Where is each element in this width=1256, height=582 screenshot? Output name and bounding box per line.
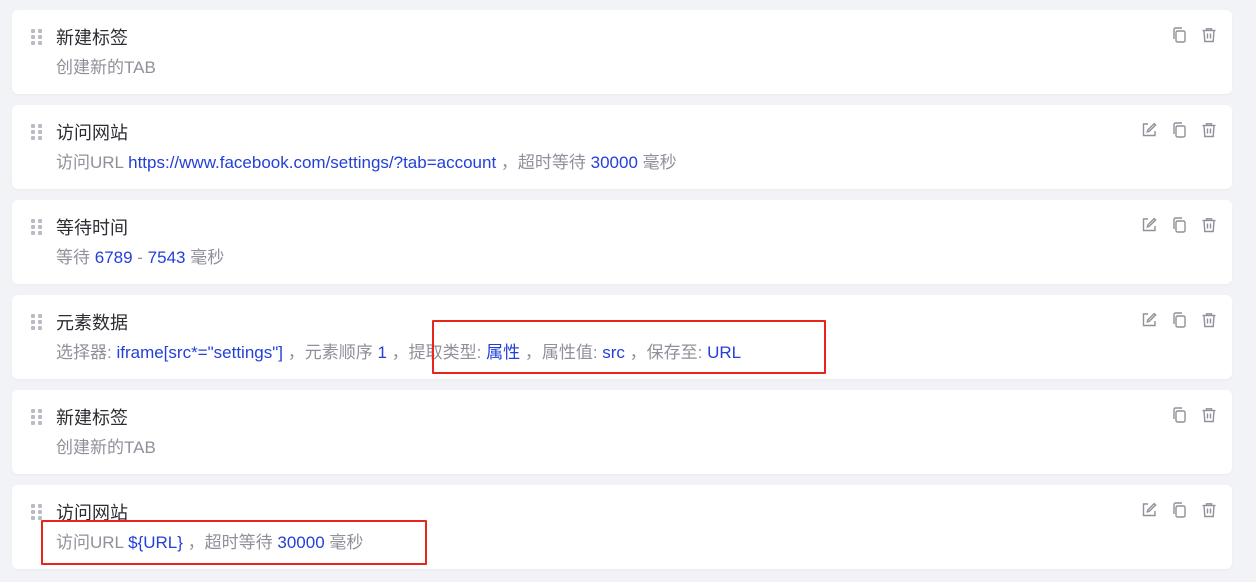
step-title: 访问网站 [56,123,128,143]
step-description: 等待 6789 - 7543 毫秒 [56,246,224,270]
description-text: ，超时等待 [182,533,278,552]
step-title: 新建标签 [56,408,128,428]
step-description: 访问URL ${URL} ，超时等待 30000 毫秒 [56,531,363,555]
delete-icon [1200,406,1218,424]
step-actions [1170,26,1218,46]
edit-button[interactable] [1140,311,1158,329]
copy-icon [1170,216,1188,234]
drag-handle-icon[interactable] [31,219,42,235]
copy-button[interactable] [1170,501,1188,519]
parameter-value: 30000 [277,533,325,552]
edit-button[interactable] [1140,501,1158,519]
parameter-value: iframe[src*="settings"] [116,343,283,362]
description-text: ，元素顺序 [283,343,378,362]
step-card[interactable]: 访问网站 访问URL https://www.facebook.com/sett… [12,105,1232,189]
parameter-value: 属性 [486,343,521,362]
step-description: 选择器: iframe[src*="settings"] ，元素顺序 1 ，提取… [56,341,741,365]
delete-icon [1200,26,1218,44]
delete-icon [1200,501,1218,519]
description-text: 选择器: [56,343,117,362]
description-text: ，保存至: [624,343,708,362]
delete-button[interactable] [1200,311,1218,329]
copy-button[interactable] [1170,311,1188,329]
drag-handle-icon[interactable] [31,314,42,330]
copy-button[interactable] [1170,26,1188,44]
delete-button[interactable] [1200,216,1218,234]
delete-icon [1200,311,1218,329]
drag-handle-icon[interactable] [31,504,42,520]
step-card[interactable]: 等待时间 等待 6789 - 7543 毫秒 [12,200,1232,284]
delete-button[interactable] [1200,121,1218,139]
workflow-step-list: 新建标签 创建新的TAB 访问网站 访问URL https://www.face… [0,0,1256,582]
delete-icon [1200,121,1218,139]
delete-button[interactable] [1200,501,1218,519]
description-text: 访问URL [56,153,129,172]
edit-icon [1140,311,1158,329]
copy-icon [1170,311,1188,329]
parameter-value: ${URL} [128,533,183,552]
edit-button[interactable] [1140,216,1158,234]
parameter-value: 6789 [94,248,133,267]
description-text: ，超时等待 [496,153,591,172]
parameter-value: src [602,343,625,362]
drag-handle-icon[interactable] [31,124,42,140]
step-title: 新建标签 [56,28,128,48]
step-actions [1140,216,1218,236]
description-text: ，属性值: [520,343,603,362]
copy-icon [1170,406,1188,424]
step-title: 访问网站 [56,503,128,523]
delete-icon [1200,216,1218,234]
step-description: 访问URL https://www.facebook.com/settings/… [56,151,677,175]
copy-icon [1170,26,1188,44]
description-text: ，提取类型: [386,343,487,362]
step-card[interactable]: 新建标签 创建新的TAB [12,390,1232,474]
copy-icon [1170,501,1188,519]
step-title: 元素数据 [56,313,128,333]
copy-button[interactable] [1170,216,1188,234]
copy-icon [1170,121,1188,139]
parameter-value: URL [707,343,742,362]
drag-handle-icon[interactable] [31,29,42,45]
parameter-value: 30000 [590,153,638,172]
step-description: 创建新的TAB [56,436,156,460]
edit-icon [1140,216,1158,234]
parameter-value: 7543 [147,248,186,267]
parameter-value: 1 [377,343,387,362]
edit-icon [1140,501,1158,519]
delete-button[interactable] [1200,406,1218,424]
step-actions [1140,311,1218,331]
step-actions [1170,406,1218,426]
description-text: 访问URL [56,533,129,552]
parameter-value: https://www.facebook.com/settings/?tab=a… [128,153,497,172]
edit-icon [1140,121,1158,139]
description-text: 毫秒 [324,533,364,552]
step-card[interactable]: 元素数据 选择器: iframe[src*="settings"] ，元素顺序 … [12,295,1232,379]
step-actions [1140,501,1218,521]
description-text: 创建新的TAB [56,438,156,457]
copy-button[interactable] [1170,406,1188,424]
step-description: 创建新的TAB [56,56,156,80]
copy-button[interactable] [1170,121,1188,139]
step-actions [1140,121,1218,141]
description-text: 等待 [56,248,95,267]
step-card[interactable]: 访问网站 访问URL ${URL} ，超时等待 30000 毫秒 [12,485,1232,569]
drag-handle-icon[interactable] [31,409,42,425]
description-text: 毫秒 [185,248,225,267]
edit-button[interactable] [1140,121,1158,139]
step-title: 等待时间 [56,218,128,238]
description-text: 毫秒 [637,153,677,172]
delete-button[interactable] [1200,26,1218,44]
description-text: 创建新的TAB [56,58,156,77]
description-text: - [132,248,148,267]
step-card[interactable]: 新建标签 创建新的TAB [12,10,1232,94]
